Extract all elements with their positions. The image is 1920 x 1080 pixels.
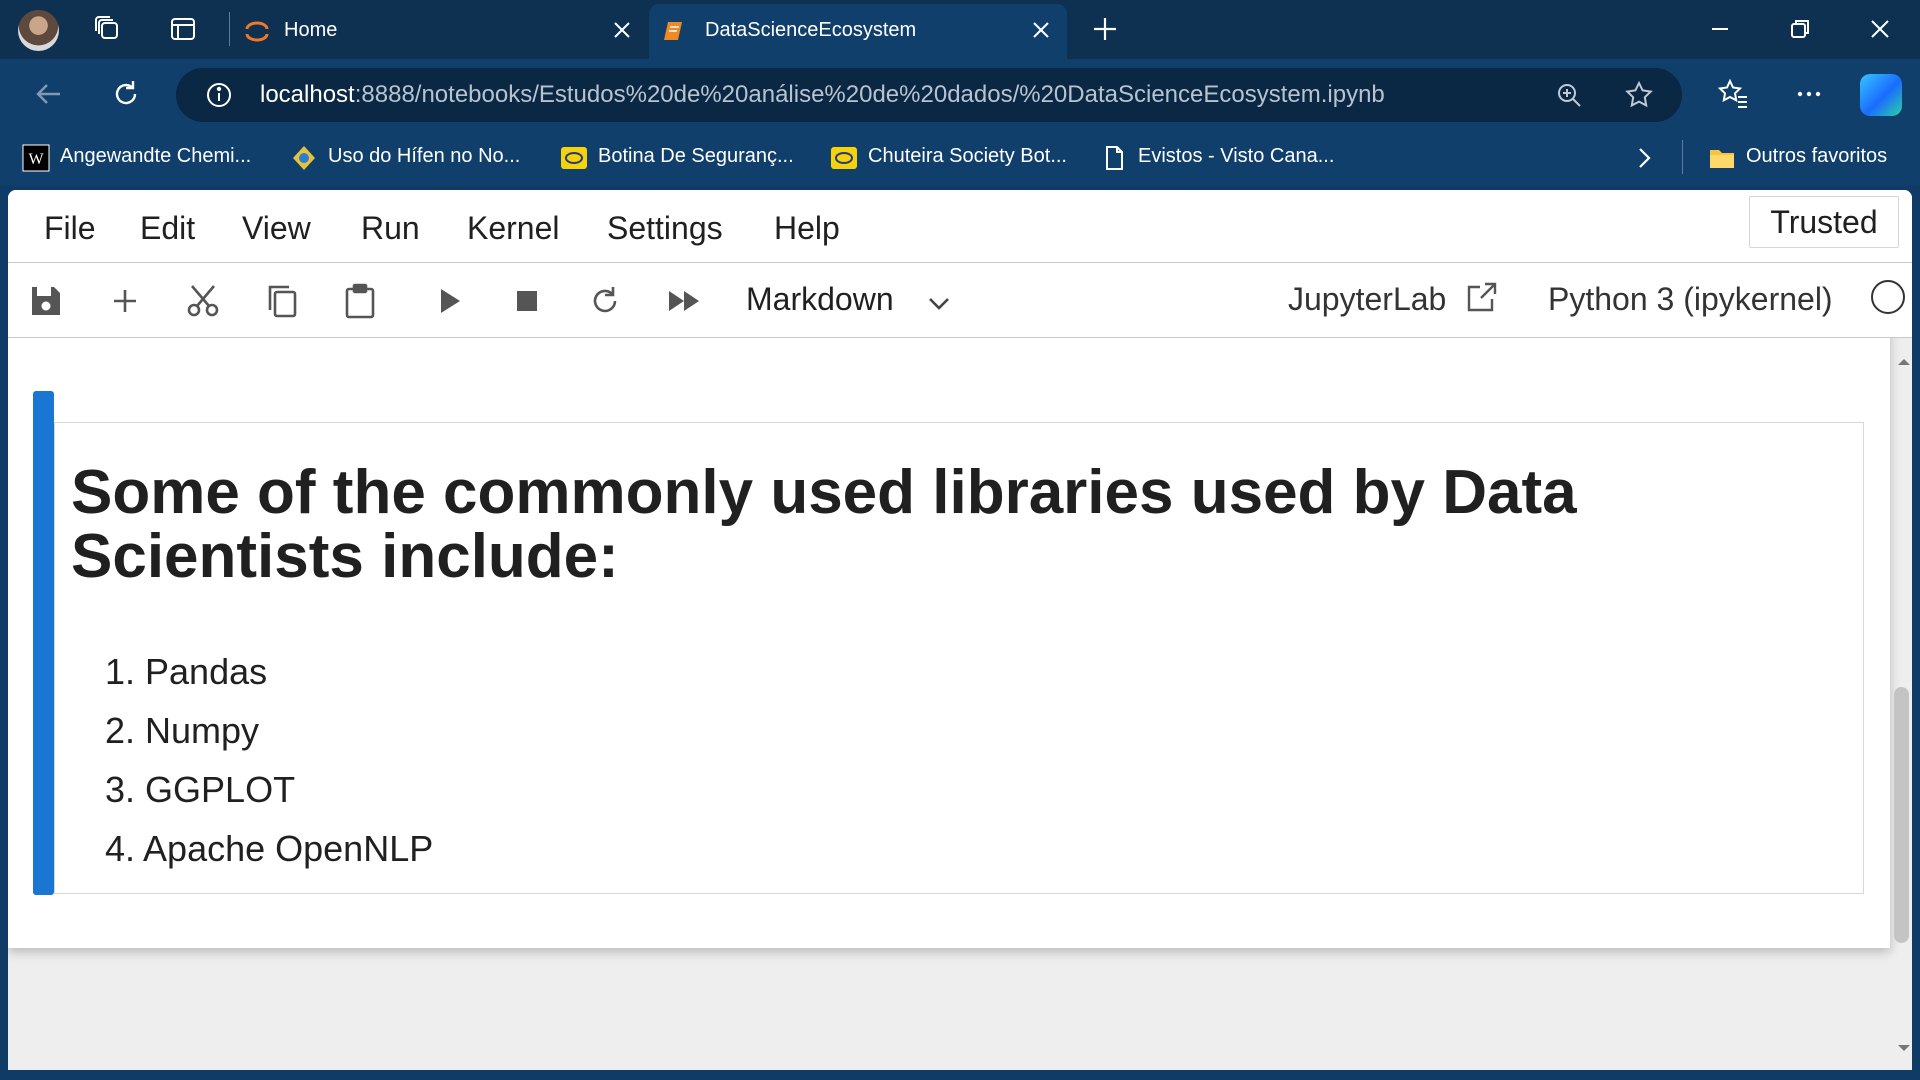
- kernel-name[interactable]: Python 3 (ipykernel): [1548, 281, 1833, 318]
- list-item: 3. GGPLOT: [105, 769, 296, 810]
- browser-tab-bar: Home DataScienceEcosystem: [0, 0, 1920, 59]
- menu-bar: File Edit View Run Kernel Settings Help …: [8, 190, 1912, 263]
- refresh-icon[interactable]: [109, 77, 143, 111]
- chevron-right-icon[interactable]: [1629, 143, 1659, 173]
- menu-file[interactable]: File: [44, 210, 96, 247]
- minimize-icon[interactable]: [1705, 14, 1735, 44]
- wiley-icon: W: [22, 144, 50, 172]
- address-bar[interactable]: localhost:8888/notebooks/Estudos%20de%20…: [176, 68, 1682, 122]
- copy-icon[interactable]: [263, 282, 301, 320]
- bookmark-label: Chuteira Society Bot...: [868, 145, 1067, 167]
- kernel-status-icon: [1871, 280, 1905, 314]
- restart-icon[interactable]: [586, 282, 624, 320]
- list-item: 2. Numpy: [105, 710, 260, 751]
- menu-help[interactable]: Help: [774, 210, 840, 247]
- stop-icon[interactable]: [508, 282, 546, 320]
- menu-run[interactable]: Run: [361, 210, 420, 247]
- site-icon: [290, 144, 318, 172]
- close-window-icon[interactable]: [1865, 14, 1895, 44]
- zoom-icon[interactable]: [1554, 80, 1584, 110]
- more-options-icon[interactable]: [1792, 77, 1826, 111]
- open-in-jupyterlab[interactable]: JupyterLab: [1288, 281, 1446, 318]
- add-cell-icon[interactable]: [106, 282, 144, 320]
- cell-heading: Some of the commonly used libraries used…: [71, 458, 1577, 591]
- tab-title: Home: [284, 19, 338, 41]
- cell-type-select[interactable]: Markdown: [746, 281, 894, 318]
- scroll-down-arrow[interactable]: [1896, 1040, 1912, 1056]
- run-icon[interactable]: [430, 282, 468, 320]
- save-icon[interactable]: [27, 282, 65, 320]
- bookmark-label: Angewandte Chemi...: [60, 145, 252, 167]
- close-tab-icon[interactable]: [610, 18, 634, 42]
- copilot-icon[interactable]: [1860, 74, 1902, 116]
- close-tab-icon[interactable]: [1029, 18, 1053, 42]
- url-text[interactable]: localhost:8888/notebooks/Estudos%20de%20…: [260, 81, 1385, 109]
- back-icon[interactable]: [32, 77, 66, 111]
- markdown-cell[interactable]: Some of the commonly used libraries used…: [54, 422, 1864, 894]
- notebook-page: File Edit View Run Kernel Settings Help …: [8, 190, 1912, 1070]
- new-tab-icon[interactable]: [1090, 14, 1120, 44]
- menu-kernel[interactable]: Kernel: [467, 210, 560, 247]
- menu-settings[interactable]: Settings: [607, 210, 723, 247]
- shop-icon: [560, 144, 588, 172]
- scrollbar-thumb[interactable]: [1894, 687, 1909, 943]
- tab-title: DataScienceEcosystem: [705, 19, 917, 41]
- tab-actions-icon[interactable]: [168, 14, 198, 44]
- tab-datascienceecosystem[interactable]: DataScienceEcosystem: [649, 4, 1067, 59]
- bookmark-label: Evistos - Visto Cana...: [1138, 145, 1335, 167]
- url-path: :8888/notebooks/Estudos%20de%20análise%2…: [354, 81, 1385, 108]
- jupyter-icon: [244, 18, 270, 44]
- restore-icon[interactable]: [1785, 14, 1815, 44]
- active-cell-indicator: [33, 391, 54, 895]
- favorites-icon[interactable]: [1716, 77, 1750, 111]
- bookmark-divider: [1682, 140, 1683, 174]
- fast-forward-icon[interactable]: [665, 282, 703, 320]
- site-info-icon[interactable]: [204, 80, 234, 110]
- bookmark-label: Uso do Hífen no No...: [328, 145, 521, 167]
- cut-icon[interactable]: [184, 282, 222, 320]
- bookmark-label: Botina De Seguranç...: [598, 145, 794, 167]
- notebook-icon: [661, 18, 687, 44]
- bookmark-label: Outros favoritos: [1746, 145, 1888, 167]
- chevron-down-icon[interactable]: [925, 289, 953, 317]
- url-host: localhost: [260, 81, 355, 108]
- favorite-star-icon[interactable]: [1624, 80, 1654, 110]
- list-item: 1. Pandas: [105, 651, 268, 692]
- tab-separator: [229, 12, 230, 46]
- notebook-content: Some of the commonly used libraries used…: [8, 338, 1890, 948]
- menu-view[interactable]: View: [242, 210, 311, 247]
- svg-text:W: W: [28, 151, 44, 168]
- list-item: 4. Apache OpenNLP: [105, 828, 434, 869]
- folder-icon: [1708, 144, 1736, 172]
- tab-home[interactable]: Home: [232, 4, 644, 59]
- shop-icon: [830, 144, 858, 172]
- profile-avatar[interactable]: [18, 10, 59, 51]
- menu-edit[interactable]: Edit: [140, 210, 195, 247]
- trusted-indicator[interactable]: Trusted: [1749, 196, 1899, 248]
- scroll-up-arrow[interactable]: [1896, 354, 1912, 370]
- paste-icon[interactable]: [341, 282, 379, 320]
- page-icon: [1100, 144, 1128, 172]
- workspaces-icon[interactable]: [93, 14, 123, 44]
- external-link-icon[interactable]: [1464, 279, 1500, 315]
- notebook-toolbar: Markdown JupyterLab Python 3 (ipykernel): [8, 263, 1912, 338]
- library-list: 1. Pandas 2. Numpy 3. GGPLOT 4. Apache O…: [105, 651, 433, 887]
